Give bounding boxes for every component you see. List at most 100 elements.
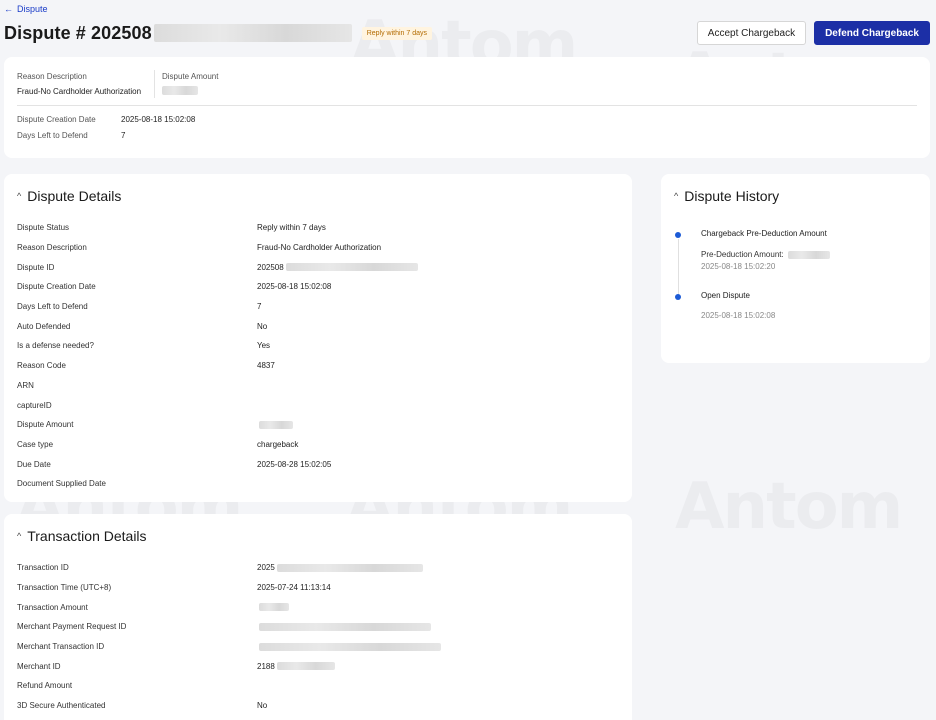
detail-value: 2025-08-18 15:02:08: [257, 282, 332, 292]
detail-row: Dispute ID 202508: [17, 257, 617, 277]
redacted-value: [276, 662, 335, 671]
detail-label: captureID: [17, 400, 52, 410]
history-event-title: Chargeback Pre-Deduction Amount: [701, 229, 827, 238]
detail-value: No: [257, 701, 268, 711]
detail-label: Reason Description: [17, 243, 87, 253]
summary-amount: Dispute Amount: [162, 72, 218, 100]
detail-label: Auto Defended: [17, 321, 71, 331]
summary-days-row: Days Left to Defend 7: [17, 131, 125, 140]
chevron-up-icon: ^: [17, 531, 22, 541]
detail-row: Merchant ID 2188: [17, 656, 617, 676]
detail-value: [257, 642, 441, 651]
history-event-date: 2025-08-18 15:02:08: [701, 311, 776, 320]
detail-label: Refund Amount: [17, 681, 73, 691]
detail-label: Transaction ID: [17, 563, 69, 573]
detail-label: Transaction Amount: [17, 602, 88, 612]
detail-value: No: [257, 321, 268, 331]
transaction-details-header[interactable]: ^ Transaction Details: [17, 528, 147, 544]
section-title: Transaction Details: [27, 528, 147, 544]
history-event: Open Dispute 2025-08-18 15:02:08: [675, 291, 830, 320]
detail-label: Merchant Payment Request ID: [17, 622, 127, 632]
timeline-dot: [675, 294, 681, 300]
detail-row: Transaction Time (UTC+8) 2025-07-24 11:13…: [17, 578, 617, 598]
detail-row: captureID: [17, 395, 617, 415]
detail-label: 3D Secure Authenticated: [17, 701, 106, 711]
detail-value: 2188: [257, 662, 335, 671]
status-badge: Reply within 7 days: [361, 26, 432, 40]
back-link-label: Dispute: [17, 4, 48, 14]
redacted-value: [259, 642, 441, 651]
arrow-left-icon: ←: [4, 4, 13, 14]
detail-row: Merchant Payment Request ID: [17, 617, 617, 637]
summary-days-label: Days Left to Defend: [17, 131, 88, 140]
detail-label: Due Date: [17, 459, 51, 469]
detail-label: Dispute ID: [17, 262, 55, 272]
section-title: Dispute Details: [27, 188, 122, 204]
detail-value: [257, 622, 431, 631]
detail-value: 2025-08-28 15:02:05: [257, 459, 332, 469]
detail-value: 2025: [257, 563, 423, 572]
summary-reason-label: Reason Description: [17, 72, 87, 81]
detail-row: Transaction ID 2025: [17, 558, 617, 578]
detail-row: Refund Amount: [17, 676, 617, 696]
summary-creation-row: Dispute Creation Date 2025-08-18 15:02:0…: [17, 115, 195, 124]
detail-value: 202508: [257, 263, 418, 272]
detail-label: Is a defense needed?: [17, 341, 94, 351]
section-title: Dispute History: [684, 188, 780, 204]
detail-row: Auto Defended No: [17, 316, 617, 336]
summary-reason-value: Fraud-No Cardholder Authorization: [17, 87, 142, 96]
redacted-value: [276, 563, 423, 572]
transaction-details-list: Transaction ID 2025 Transaction Time (UTC+…: [17, 558, 617, 716]
dispute-details-list: Dispute Status Reply within 7 days Reason …: [17, 218, 617, 494]
summary-creation-value: 2025-08-18 15:02:08: [121, 115, 196, 124]
redacted-dispute-id: [153, 24, 352, 42]
detail-row: Reason Code 4837: [17, 356, 617, 376]
summary-reason: Reason Description Fraud-No Cardholder A…: [17, 72, 141, 96]
detail-row: Dispute Status Reply within 7 days: [17, 218, 617, 238]
detail-value: 7: [257, 302, 262, 312]
detail-value: [257, 603, 289, 612]
detail-label: Dispute Creation Date: [17, 282, 96, 292]
history-event-sub: Pre-Deduction Amount:: [701, 250, 830, 259]
detail-label: Dispute Status: [17, 223, 70, 233]
history-event-title: Open Dispute: [701, 291, 750, 300]
redacted-amount: [787, 250, 830, 259]
detail-row: Is a defense needed? Yes: [17, 336, 617, 356]
detail-value: Yes: [257, 341, 271, 351]
detail-value: 4837: [257, 361, 275, 371]
dispute-history-header[interactable]: ^ Dispute History: [674, 188, 779, 204]
timeline-line: [677, 239, 679, 297]
summary-card: Reason Description Fraud-No Cardholder A…: [4, 57, 930, 158]
detail-label: Dispute Amount: [17, 420, 74, 430]
detail-row: Merchant Transaction ID: [17, 637, 617, 657]
back-link[interactable]: ← Dispute: [4, 4, 48, 14]
page-header: Dispute # 202508 Reply within 7 days Acc…: [4, 20, 930, 46]
page-title: Dispute # 202508: [4, 22, 152, 43]
dispute-details-header[interactable]: ^ Dispute Details: [17, 188, 121, 204]
detail-row: Dispute Amount: [17, 415, 617, 435]
transaction-details-card: ^ Transaction Details Transaction ID 2025…: [4, 514, 632, 720]
detail-label: Document Supplied Date: [17, 479, 106, 489]
detail-value: 2025-07-24 11:13:14: [257, 583, 331, 593]
detail-label: Reason Code: [17, 361, 66, 371]
divider: [17, 105, 917, 106]
detail-row: Document Supplied Date: [17, 474, 617, 494]
watermark: Antom: [675, 470, 901, 544]
redacted-value: [259, 603, 289, 612]
accept-chargeback-button[interactable]: Accept Chargeback: [696, 21, 807, 45]
divider: [154, 70, 155, 98]
dispute-details-card: ^ Dispute Details Dispute Status Reply wi…: [4, 174, 632, 502]
redacted-value: [259, 622, 431, 631]
header-actions: Accept Chargeback Defend Chargeback: [696, 21, 930, 45]
chevron-up-icon: ^: [17, 191, 22, 201]
detail-row: Transaction Amount: [17, 597, 617, 617]
detail-label: Merchant Transaction ID: [17, 642, 105, 652]
detail-value: chargeback: [257, 439, 299, 449]
redacted-value: [259, 420, 293, 429]
detail-label: Case type: [17, 439, 54, 449]
detail-label: ARN: [17, 380, 34, 390]
defend-chargeback-button[interactable]: Defend Chargeback: [814, 21, 930, 45]
detail-row: Dispute Creation Date 2025-08-18 15:02:08: [17, 277, 617, 297]
redacted-value: [285, 263, 418, 272]
chevron-up-icon: ^: [674, 191, 679, 201]
